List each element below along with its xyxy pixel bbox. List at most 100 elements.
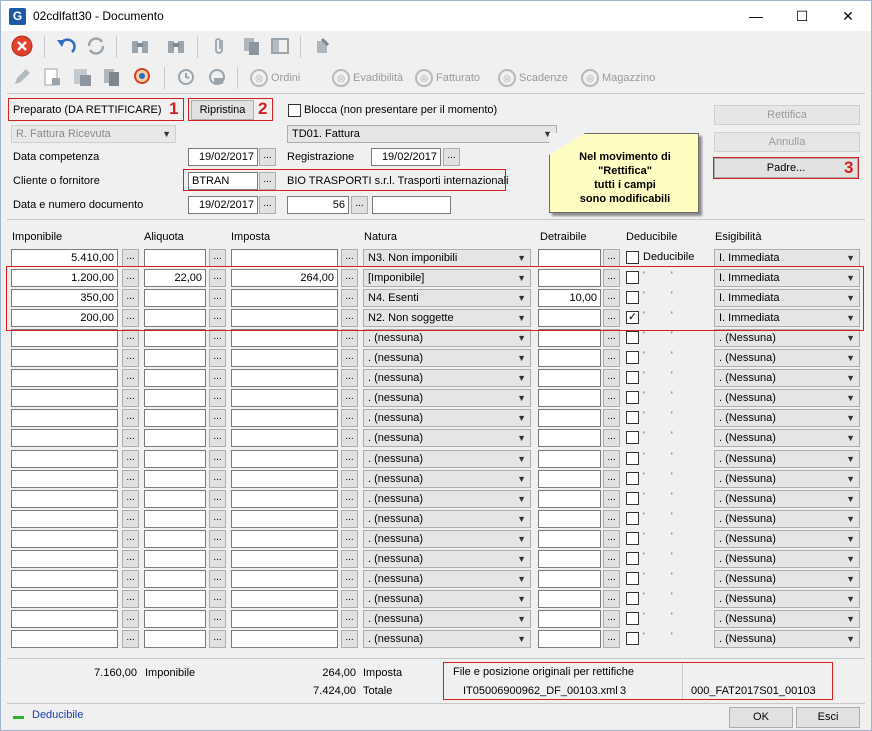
search-doc-icon[interactable] (131, 66, 155, 90)
imposta-lookup-button[interactable]: ... (341, 349, 358, 367)
natura-select[interactable]: . (nessuna) ▼ (363, 409, 531, 427)
aliquota-field[interactable] (144, 429, 206, 447)
aliquota-field[interactable] (144, 389, 206, 407)
aliquota-field[interactable] (144, 470, 206, 488)
imponibile-field[interactable] (11, 510, 118, 528)
aliquota-lookup-button[interactable]: ... (209, 249, 226, 267)
imponibile-field[interactable] (11, 590, 118, 608)
detraibile-field[interactable] (538, 570, 601, 588)
registrazione-lookup-button[interactable]: ... (443, 148, 460, 166)
aliquota-lookup-button[interactable]: ... (209, 329, 226, 347)
natura-select[interactable]: N3. Non imponibili ▼ (363, 249, 531, 267)
imponibile-field[interactable] (11, 470, 118, 488)
detraibile-field[interactable] (538, 409, 601, 427)
rettifica-button[interactable]: Rettifica (714, 105, 860, 125)
detraibile-field[interactable] (538, 249, 601, 267)
imposta-field[interactable] (231, 369, 338, 387)
imponibile-field[interactable] (11, 610, 118, 628)
deducibile-checkbox[interactable] (626, 492, 639, 505)
esigibilita-select[interactable]: . (Nessuna) ▼ (714, 610, 860, 628)
deducibile-checkbox[interactable] (626, 632, 639, 645)
imposta-lookup-button[interactable]: ... (341, 329, 358, 347)
imposta-lookup-button[interactable]: ... (341, 570, 358, 588)
imposta-field[interactable] (231, 490, 338, 508)
aliquota-lookup-button[interactable]: ... (209, 510, 226, 528)
esci-button[interactable]: Esci (796, 707, 860, 728)
detraibile-lookup-button[interactable]: ... (603, 349, 620, 367)
deducibile-checkbox[interactable] (626, 351, 639, 364)
detraibile-lookup-button[interactable]: ... (603, 249, 620, 267)
imponibile-field[interactable]: 5.410,00 (11, 249, 118, 267)
imposta-lookup-button[interactable]: ... (341, 450, 358, 468)
imposta-lookup-button[interactable]: ... (341, 550, 358, 568)
detraibile-field[interactable] (538, 490, 601, 508)
deducibile-checkbox[interactable] (626, 331, 639, 344)
imponibile-lookup-button[interactable]: ... (122, 389, 139, 407)
annulla-button[interactable]: Annulla (714, 132, 860, 152)
ok-button[interactable]: OK (729, 707, 793, 728)
detraibile-lookup-button[interactable]: ... (603, 450, 620, 468)
aliquota-field[interactable] (144, 409, 206, 427)
imposta-field[interactable] (231, 450, 338, 468)
data-documento-field[interactable]: 19/02/2017 (188, 196, 258, 214)
imponibile-field[interactable] (11, 349, 118, 367)
imposta-field[interactable] (231, 329, 338, 347)
natura-select[interactable]: . (nessuna) ▼ (363, 550, 531, 568)
copy-icon[interactable] (240, 35, 264, 59)
imponibile-field[interactable] (11, 630, 118, 648)
imposta-lookup-button[interactable]: ... (341, 510, 358, 528)
data-documento-lookup-button[interactable]: ... (259, 196, 276, 214)
imponibile-lookup-button[interactable]: ... (122, 550, 139, 568)
aliquota-lookup-button[interactable]: ... (209, 450, 226, 468)
refresh-icon[interactable] (84, 35, 108, 59)
esigibilita-select[interactable]: . (Nessuna) ▼ (714, 389, 860, 407)
aliquota-lookup-button[interactable]: ... (209, 429, 226, 447)
imponibile-lookup-button[interactable]: ... (122, 490, 139, 508)
aliquota-lookup-button[interactable]: ... (209, 610, 226, 628)
detraibile-field[interactable] (538, 590, 601, 608)
detraibile-field[interactable] (538, 349, 601, 367)
imposta-lookup-button[interactable]: ... (341, 369, 358, 387)
imponibile-lookup-button[interactable]: ... (122, 590, 139, 608)
imponibile-field[interactable] (11, 530, 118, 548)
aliquota-lookup-button[interactable]: ... (209, 590, 226, 608)
esigibilita-select[interactable]: . (Nessuna) ▼ (714, 450, 860, 468)
natura-select[interactable]: . (nessuna) ▼ (363, 450, 531, 468)
natura-select[interactable]: . (nessuna) ▼ (363, 610, 531, 628)
layout-icon[interactable] (268, 35, 292, 59)
esigibilita-select[interactable]: . (Nessuna) ▼ (714, 630, 860, 648)
natura-select[interactable]: . (nessuna) ▼ (363, 329, 531, 347)
aliquota-lookup-button[interactable]: ... (209, 470, 226, 488)
imponibile-lookup-button[interactable]: ... (122, 630, 139, 648)
deducibile-checkbox[interactable] (626, 592, 639, 605)
binoculars-next-icon[interactable] (164, 35, 188, 59)
detraibile-field[interactable] (538, 389, 601, 407)
detraibile-field[interactable] (538, 610, 601, 628)
detraibile-field[interactable] (538, 530, 601, 548)
detraibile-lookup-button[interactable]: ... (603, 530, 620, 548)
detraibile-field[interactable] (538, 470, 601, 488)
imponibile-lookup-button[interactable]: ... (122, 610, 139, 628)
detraibile-lookup-button[interactable]: ... (603, 570, 620, 588)
aliquota-lookup-button[interactable]: ... (209, 630, 226, 648)
imponibile-field[interactable] (11, 329, 118, 347)
deducibile-checkbox[interactable] (626, 472, 639, 485)
binoculars-icon[interactable] (128, 35, 152, 59)
imponibile-field[interactable] (11, 409, 118, 427)
imposta-field[interactable] (231, 409, 338, 427)
imposta-lookup-button[interactable]: ... (341, 610, 358, 628)
imposta-field[interactable] (231, 530, 338, 548)
aliquota-field[interactable] (144, 630, 206, 648)
natura-select[interactable]: . (nessuna) ▼ (363, 590, 531, 608)
detraibile-lookup-button[interactable]: ... (603, 590, 620, 608)
deducibile-checkbox[interactable] (626, 512, 639, 525)
tipo-documento-select[interactable]: R. Fattura Ricevuta ▼ (11, 125, 176, 143)
undo-icon[interactable] (54, 35, 78, 59)
evadibilita-link[interactable]: ◎ Evadibilità (332, 68, 403, 88)
detraibile-lookup-button[interactable]: ... (603, 389, 620, 407)
detraibile-lookup-button[interactable]: ... (603, 510, 620, 528)
imposta-field[interactable] (231, 249, 338, 267)
imponibile-lookup-button[interactable]: ... (122, 470, 139, 488)
detraibile-lookup-button[interactable]: ... (603, 550, 620, 568)
aliquota-lookup-button[interactable]: ... (209, 530, 226, 548)
